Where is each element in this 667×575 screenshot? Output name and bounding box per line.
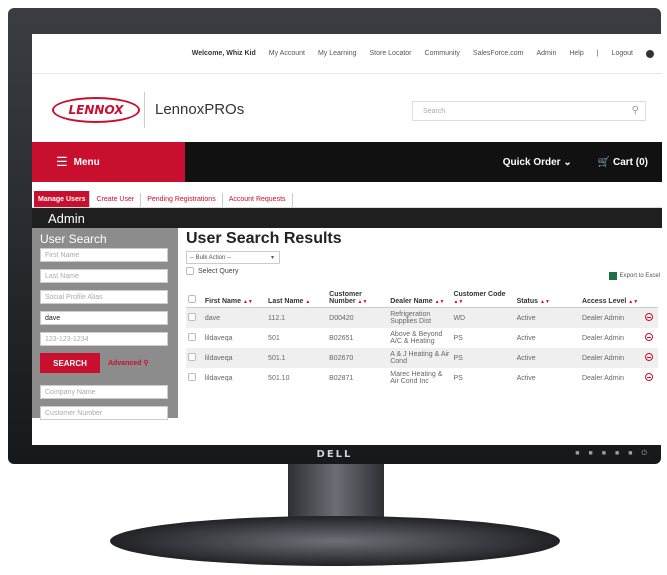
monitor-buttons: ■ ■ ■ ■ ■ ⏻ xyxy=(575,450,647,458)
col-dealer-name[interactable]: Dealer Name ▲▼ xyxy=(388,289,452,308)
product-name: LennoxPROs xyxy=(155,101,245,118)
link-community[interactable]: Community xyxy=(425,50,460,57)
search-icon: ⚲ xyxy=(143,360,149,367)
sort-icon: ▲ xyxy=(305,299,311,305)
row-checkbox[interactable] xyxy=(188,333,196,341)
search-input[interactable]: Search ⚲ xyxy=(412,101,646,121)
row-checkbox[interactable] xyxy=(188,373,196,381)
company-name-field[interactable]: Company Name xyxy=(40,385,168,399)
welcome-text: Welcome, Whiz Kid xyxy=(191,50,256,57)
gear-icon[interactable] xyxy=(646,49,654,58)
remove-icon[interactable] xyxy=(645,353,654,361)
link-admin[interactable]: Admin xyxy=(537,50,557,57)
monitor-button-icon: ■ xyxy=(575,450,580,457)
excel-icon xyxy=(608,272,617,280)
select-all-checkbox[interactable] xyxy=(188,295,196,303)
remove-icon[interactable] xyxy=(645,373,654,381)
monitor-button-icon: ■ xyxy=(628,450,633,457)
monitor-button-icon: ■ xyxy=(601,450,606,457)
export-excel-button[interactable]: Export to Excel xyxy=(608,272,660,280)
table-row[interactable]: dave 112.1 D00420 Refrigeration Supplies D… xyxy=(186,307,658,328)
table-row[interactable]: lildaveqa 501.1 B02670 A & J Heating & Air… xyxy=(186,348,658,368)
user-search-sidebar: User Search First Name Last Name Social … xyxy=(32,228,178,420)
col-customer-code[interactable]: Customer Code ▲▼ xyxy=(451,289,515,308)
advanced-search-link[interactable]: Advanced ⚲ xyxy=(108,359,149,367)
sort-icon: ▲▼ xyxy=(628,299,639,305)
monitor-bezel: DELL ■ ■ ■ ■ ■ ⏻ xyxy=(8,444,661,464)
link-divider: | xyxy=(596,50,599,57)
checkbox-icon xyxy=(186,267,194,275)
sort-icon: ▲▼ xyxy=(242,299,253,305)
screen: Welcome, Whiz Kid My Account My Learning… xyxy=(32,34,662,445)
remove-icon[interactable] xyxy=(645,313,654,321)
monitor-neck xyxy=(288,464,384,524)
col-access-level[interactable]: Access Level ▲▼ xyxy=(579,289,644,308)
tab-pending-registrations[interactable]: Pending Registrations xyxy=(141,193,223,207)
table-row[interactable]: lildaveqa 501.10 B02871 Marec Heating & Ai… xyxy=(186,368,658,388)
social-alias-field[interactable]: Social Profile Alias xyxy=(40,290,168,304)
monitor-button-icon: ■ xyxy=(588,450,593,457)
link-logout[interactable]: Logout xyxy=(612,50,633,57)
tab-create-user[interactable]: Create User xyxy=(90,193,142,207)
sort-icon: ▲▼ xyxy=(434,299,445,305)
link-my-learning[interactable]: My Learning xyxy=(318,50,357,57)
hamburger-icon: ☰ xyxy=(56,154,68,169)
quick-order-button[interactable]: Quick Order ⌄ xyxy=(503,157,572,168)
cart-icon: 🛒 xyxy=(597,156,611,168)
first-name-field[interactable]: First Name xyxy=(40,248,168,262)
monitor-button-icon: ■ xyxy=(614,450,620,457)
col-status[interactable]: Status ▲▼ xyxy=(514,289,580,308)
sort-icon: ▲▼ xyxy=(453,299,464,305)
select-query-checkbox[interactable]: Select Query xyxy=(186,267,662,275)
admin-tabs: Manage Users Create User Pending Registr… xyxy=(32,182,662,208)
username-field[interactable]: dave xyxy=(40,311,168,325)
col-first-name[interactable]: First Name ▲▼ xyxy=(202,289,267,308)
header-divider xyxy=(144,92,145,128)
results-table: First Name ▲▼ Last Name ▲ Customer Numbe… xyxy=(186,289,658,388)
link-my-account[interactable]: My Account xyxy=(269,50,305,57)
admin-title: Admin xyxy=(32,208,662,228)
tab-account-requests[interactable]: Account Requests xyxy=(223,193,293,207)
power-icon: ⏻ xyxy=(641,450,647,457)
tab-manage-users[interactable]: Manage Users xyxy=(34,191,91,207)
link-help[interactable]: Help xyxy=(569,50,583,57)
monitor-frame: Welcome, Whiz Kid My Account My Learning… xyxy=(8,8,662,464)
results-title: User Search Results xyxy=(186,230,342,247)
dell-logo: DELL xyxy=(316,448,353,460)
row-checkbox[interactable] xyxy=(188,353,196,361)
results-panel: User Search Results -- Bulk Action -- ▾ S… xyxy=(178,228,662,418)
customer-number-field[interactable]: Customer Number xyxy=(40,406,168,420)
site-header: LENNOX LennoxPROs Search ⚲ xyxy=(32,74,662,142)
link-salesforce[interactable]: SalesForce.com xyxy=(473,50,524,57)
search-icon[interactable]: ⚲ xyxy=(632,105,639,116)
phone-field[interactable]: 123-123-1234 xyxy=(40,332,168,346)
link-store-locator[interactable]: Store Locator xyxy=(369,50,411,57)
utility-bar: Welcome, Whiz Kid My Account My Learning… xyxy=(32,34,662,74)
sidebar-title: User Search xyxy=(40,232,107,246)
sort-icon: ▲▼ xyxy=(540,299,550,305)
col-customer-number[interactable]: Customer Number ▲▼ xyxy=(327,289,389,308)
cart-button[interactable]: 🛒 Cart (0) xyxy=(598,157,648,168)
col-last-name[interactable]: Last Name ▲ xyxy=(266,289,328,308)
remove-icon[interactable] xyxy=(645,333,654,341)
nav-bar: ☰ Menu Quick Order ⌄ 🛒 Cart (0) xyxy=(32,142,662,182)
chevron-down-icon: ⌄ xyxy=(563,156,572,168)
table-row[interactable]: lildaveqa 501 B02651 Above & Beyond A/C & … xyxy=(186,328,658,348)
menu-button[interactable]: ☰ Menu xyxy=(32,142,185,182)
row-checkbox[interactable] xyxy=(188,313,196,321)
sort-icon: ▲▼ xyxy=(357,299,368,305)
last-name-field[interactable]: Last Name xyxy=(40,269,168,283)
search-button[interactable]: SEARCH xyxy=(40,353,100,373)
bulk-action-select[interactable]: -- Bulk Action -- ▾ xyxy=(186,251,280,264)
dropdown-icon: ▾ xyxy=(270,255,274,261)
monitor-stand xyxy=(110,516,560,566)
lennox-logo[interactable]: LENNOX xyxy=(52,97,140,123)
